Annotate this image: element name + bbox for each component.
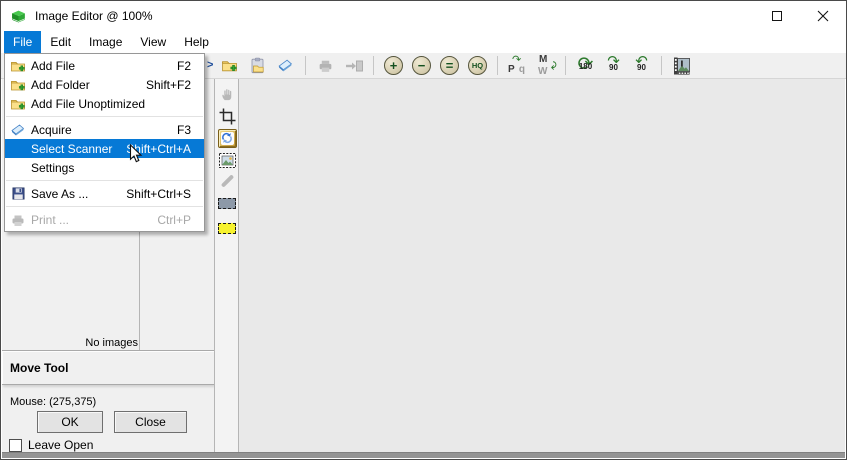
app-book-icon [10, 8, 27, 25]
zoom-actual-button[interactable]: = [437, 55, 462, 77]
menu-item-add-file-unoptimized[interactable]: Add File Unoptimized [5, 94, 204, 113]
marker-tool-button-disabled [217, 171, 237, 191]
menu-help[interactable]: Help [175, 31, 218, 53]
add-file-icon [222, 61, 237, 72]
yellow-rectangle-icon [218, 222, 236, 234]
menu-item-add-file[interactable]: Add File F2 [5, 56, 204, 75]
rotate-90-ccw-icon: ↶ 90 [635, 52, 648, 72]
no-images-label: No images [85, 337, 138, 349]
mouse-cursor-icon [129, 144, 143, 163]
menu-item-acquire[interactable]: Acquire F3 [5, 120, 204, 139]
menu-file[interactable]: File [4, 31, 42, 53]
menu-item-add-folder[interactable]: Add Folder Shift+F2 [5, 75, 204, 94]
menu-separator [6, 180, 203, 181]
print-icon [319, 60, 332, 72]
print-button-disabled [313, 55, 338, 77]
menu-item-save-as[interactable]: Save As ... Shift+Ctrl+S [5, 184, 204, 203]
menu-item-settings[interactable]: Settings [5, 158, 204, 177]
zoom-hq-icon: HQ [468, 56, 487, 75]
zoom-out-icon: − [412, 56, 431, 75]
gray-rectangle-tool-button[interactable] [217, 193, 237, 213]
close-button[interactable] [800, 1, 846, 31]
save-icon [5, 186, 31, 201]
rotate-90-ccw-button[interactable]: ↶ 90 [629, 52, 654, 77]
zoom-in-icon: + [384, 56, 403, 75]
menu-bar: File Edit Image View Help [1, 31, 846, 53]
maximize-icon [772, 11, 782, 21]
tool-panel-header: Move Tool [2, 350, 214, 385]
acquire-scanner-icon [278, 59, 293, 72]
zoom-hq-button[interactable]: HQ [465, 55, 490, 77]
thumbnails-icon [673, 57, 690, 75]
flip-horizontal-icon: P ↷ q [508, 53, 525, 75]
marker-icon [220, 174, 234, 188]
paste-button[interactable] [245, 55, 270, 77]
add-file-button[interactable] [217, 55, 242, 77]
toolbar-separator [661, 56, 662, 75]
leave-open-option[interactable]: Leave Open [9, 438, 93, 452]
tool-panel-title: Move Tool [10, 360, 69, 375]
rotate-90-cw-button[interactable]: ↷ 90 [601, 52, 626, 77]
add-file-icon [5, 58, 31, 74]
leave-open-label: Leave Open [28, 438, 94, 452]
printer-icon [5, 212, 31, 228]
menu-item-print: Print ... Ctrl+P [5, 210, 204, 229]
menu-edit[interactable]: Edit [41, 31, 80, 53]
tool-panel-controls: Mouse: (275,375) OK Close Leave Open [2, 385, 214, 452]
app-window: Image Editor @ 100% File Edit Image View… [0, 0, 847, 460]
menu-view[interactable]: View [131, 31, 175, 53]
add-file-icon [5, 96, 31, 112]
ok-button[interactable]: OK [37, 411, 103, 433]
gray-rectangle-icon [218, 197, 236, 209]
zoom-actual-icon: = [440, 56, 459, 75]
yellow-rectangle-tool-button[interactable] [217, 218, 237, 238]
menu-separator [6, 116, 203, 117]
menu-image[interactable]: Image [80, 31, 131, 53]
close-icon [817, 10, 829, 22]
send-to-button-disabled [341, 55, 366, 77]
acquire-scanner-button[interactable] [273, 55, 298, 77]
flip-horizontal-button[interactable]: P ↷ q [505, 53, 530, 77]
toolbar-separator [373, 56, 374, 75]
toolbar-overflow-chevron-icon[interactable]: > [207, 59, 213, 71]
rotate-90-cw-icon: ↷ 90 [607, 52, 620, 72]
crop-tool-button[interactable] [217, 106, 237, 126]
crop-icon [219, 108, 235, 124]
flip-vertical-button[interactable]: M ↷ W [533, 53, 558, 77]
title-bar: Image Editor @ 100% [1, 1, 846, 31]
file-menu-dropdown: Add File F2 Add Folder Shift+F2 Add File… [4, 53, 205, 232]
tool-palette [214, 79, 239, 452]
move-tool-button-active[interactable] [217, 128, 237, 148]
maximize-button[interactable] [754, 1, 800, 31]
toolbar-separator [497, 56, 498, 75]
zoom-in-button[interactable]: + [381, 55, 406, 77]
leave-open-checkbox[interactable] [9, 438, 22, 452]
scanner-icon [5, 122, 31, 138]
menu-separator [6, 206, 203, 207]
image-canvas[interactable] [239, 79, 845, 452]
rotate-180-button[interactable]: ⟳ 180 [573, 55, 598, 77]
move-tool-icon [217, 128, 237, 148]
select-image-tool-button[interactable] [217, 150, 237, 170]
send-to-icon [345, 60, 363, 71]
close-panel-button[interactable]: Close [114, 411, 187, 433]
zoom-out-button[interactable]: − [409, 55, 434, 77]
thumbnails-button[interactable] [669, 55, 694, 77]
menu-item-select-scanner[interactable]: Select Scanner Shift+Ctrl+A [5, 139, 204, 158]
select-image-icon [218, 152, 236, 168]
pan-tool-button-disabled [217, 84, 237, 104]
rotate-180-icon: ⟳ 180 [577, 53, 594, 75]
mouse-coordinates-label: Mouse: (275,375) [10, 396, 97, 408]
window-title: Image Editor @ 100% [35, 9, 153, 23]
add-folder-icon [5, 77, 31, 93]
toolbar-separator [305, 56, 306, 75]
flip-vertical-icon: M ↷ W [538, 53, 558, 77]
paste-icon [251, 57, 264, 74]
pan-hand-icon [221, 88, 231, 100]
window-bottom-edge [2, 452, 845, 458]
toolbar-separator [565, 56, 566, 75]
